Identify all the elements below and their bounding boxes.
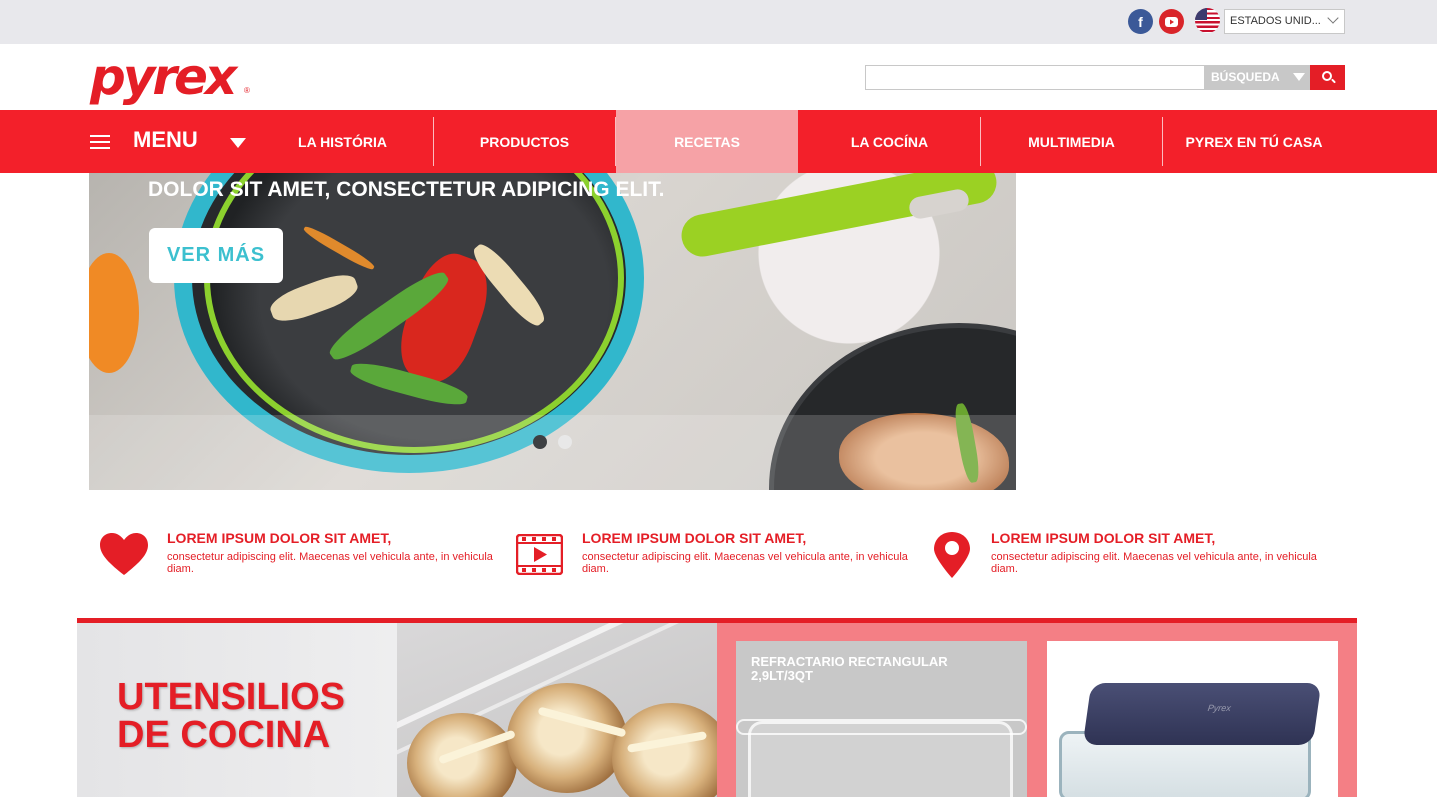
feature-text: consectetur adipiscing elit. Maecenas ve… bbox=[167, 551, 493, 575]
feature-text: consectetur adipiscing elit. Maecenas ve… bbox=[582, 551, 908, 575]
promo-food-image bbox=[397, 623, 717, 797]
nav-item-la-cocina[interactable]: LA COCÍNA bbox=[799, 117, 981, 166]
map-pin-icon bbox=[934, 532, 970, 578]
search-type-label: BÚSQUEDA bbox=[1211, 70, 1280, 84]
product-card[interactable]: Pyrex bbox=[1047, 641, 1338, 797]
ver-mas-button[interactable]: VER MÁS bbox=[149, 228, 283, 283]
heart-icon bbox=[100, 533, 148, 575]
top-utility-bar: f ESTADOS UNID... bbox=[0, 0, 1437, 44]
feature-title: LOREM IPSUM DOLOR SIT AMET, bbox=[991, 530, 1216, 546]
carousel-dot-active[interactable] bbox=[558, 435, 572, 449]
country-select[interactable]: ESTADOS UNID... bbox=[1224, 9, 1345, 34]
video-icon bbox=[516, 534, 563, 575]
feature-title: LOREM IPSUM DOLOR SIT AMET, bbox=[167, 530, 392, 546]
hamburger-icon[interactable] bbox=[90, 135, 110, 153]
caret-down-icon bbox=[1293, 73, 1305, 81]
nav-item-productos[interactable]: PRODUCTOS bbox=[434, 117, 616, 166]
hero-carousel: DOLOR SIT AMET, CONSECTETUR ADIPICING EL… bbox=[89, 173, 1016, 490]
nav-item-pyrex-en-tu-casa[interactable]: PYREX EN TÚ CASA bbox=[1163, 117, 1345, 166]
menu-toggle[interactable]: MENU bbox=[133, 127, 198, 153]
search-input[interactable] bbox=[865, 65, 1205, 90]
logo-registered-mark: ® bbox=[244, 86, 250, 95]
carousel-dot[interactable] bbox=[533, 435, 547, 449]
facebook-icon[interactable]: f bbox=[1128, 9, 1153, 34]
product-card[interactable]: REFRACTARIO RECTANGULAR 2,9LT/3QT bbox=[736, 641, 1027, 811]
main-nav: MENU LA HISTÓRIA PRODUCTOS RECETAS LA CO… bbox=[0, 110, 1437, 173]
us-flag-icon bbox=[1195, 8, 1220, 33]
search-button[interactable] bbox=[1310, 65, 1345, 90]
youtube-icon[interactable] bbox=[1159, 9, 1184, 34]
promo-title: UTENSILIOS DE COCINA bbox=[117, 676, 346, 756]
menu-caret-icon[interactable] bbox=[230, 138, 246, 148]
chevron-down-icon bbox=[1327, 12, 1339, 24]
product-title: REFRACTARIO RECTANGULAR 2,9LT/3QT bbox=[751, 654, 948, 683]
promo-utensilios[interactable]: UTENSILIOS DE COCINA bbox=[77, 623, 397, 797]
country-select-value: ESTADOS UNID... bbox=[1230, 15, 1321, 27]
nav-item-multimedia[interactable]: MULTIMEDIA bbox=[981, 117, 1163, 166]
feature-text: consectetur adipiscing elit. Maecenas ve… bbox=[991, 551, 1317, 575]
feature-title: LOREM IPSUM DOLOR SIT AMET, bbox=[582, 530, 807, 546]
nav-item-la-historia[interactable]: LA HISTÓRIA bbox=[252, 117, 434, 166]
search-type-select[interactable]: BÚSQUEDA bbox=[1205, 65, 1310, 90]
nav-item-recetas[interactable]: RECETAS bbox=[616, 110, 798, 173]
hero-headline: DOLOR SIT AMET, CONSECTETUR ADIPICING EL… bbox=[148, 178, 665, 201]
pyrex-logo[interactable]: pyrex bbox=[90, 48, 237, 106]
